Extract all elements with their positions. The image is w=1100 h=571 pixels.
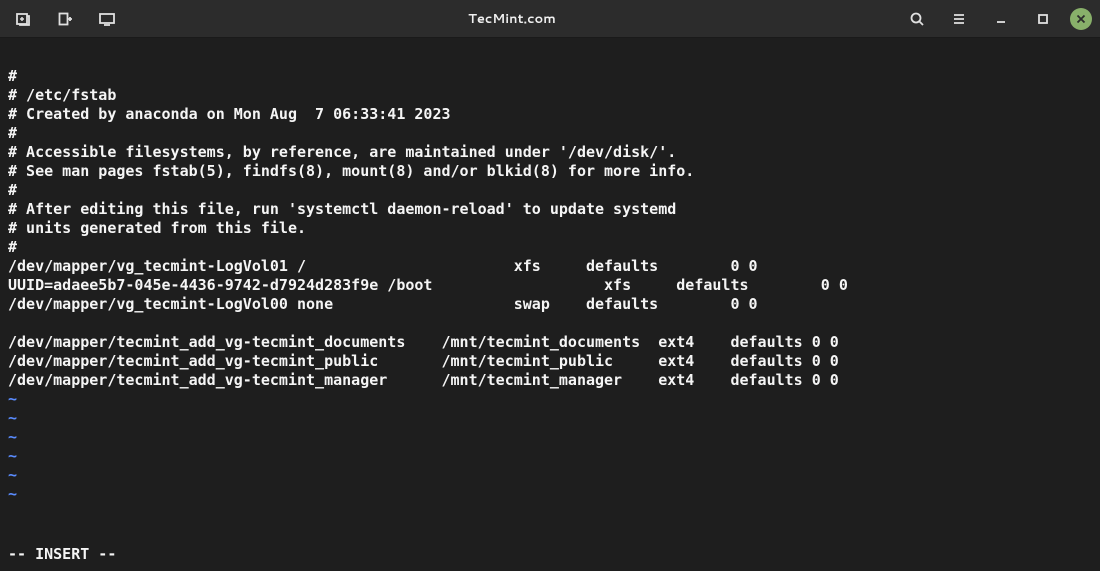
terminal[interactable]: # # /etc/fstab # Created by anaconda on … <box>0 38 1100 571</box>
window-title: TecMint.com <box>468 10 556 28</box>
minimize-icon[interactable] <box>986 4 1016 34</box>
vim-mode-status: -- INSERT -- <box>8 545 1092 567</box>
titlebar-left-controls <box>8 4 122 34</box>
terminal-content: # # /etc/fstab # Created by anaconda on … <box>8 48 1092 390</box>
tilde-line: ~ <box>8 390 1092 409</box>
close-icon[interactable] <box>1070 8 1092 30</box>
titlebar: TecMint.com <box>0 0 1100 38</box>
hamburger-menu-icon[interactable] <box>944 4 974 34</box>
new-window-icon[interactable] <box>50 4 80 34</box>
new-tab-icon[interactable] <box>8 4 38 34</box>
tilde-line: ~ <box>8 485 1092 504</box>
tilde-line: ~ <box>8 466 1092 485</box>
tilde-line: ~ <box>8 428 1092 447</box>
search-icon[interactable] <box>902 4 932 34</box>
tilde-line: ~ <box>8 447 1092 466</box>
empty-lines: ~~~~~~ <box>8 390 1092 504</box>
tilde-line: ~ <box>8 409 1092 428</box>
terminal-body: # # /etc/fstab # Created by anaconda on … <box>8 48 1092 504</box>
maximize-icon[interactable] <box>1028 4 1058 34</box>
screen-icon[interactable] <box>92 4 122 34</box>
titlebar-right-controls <box>902 4 1092 34</box>
